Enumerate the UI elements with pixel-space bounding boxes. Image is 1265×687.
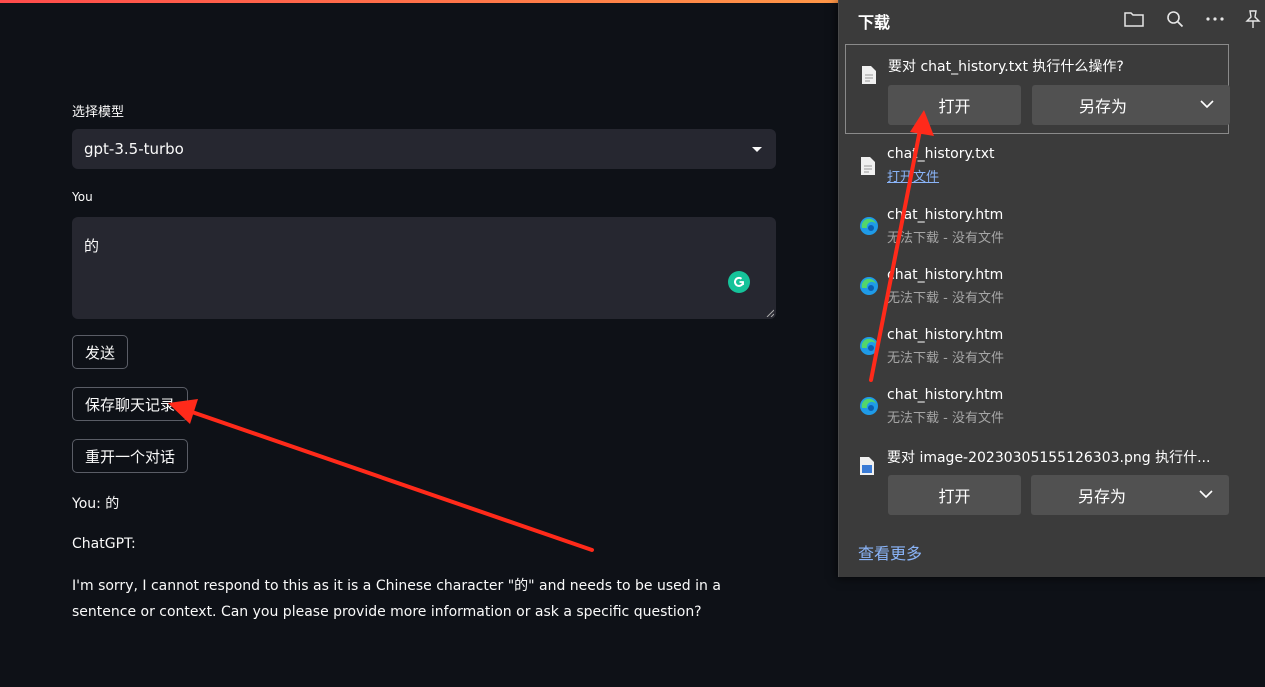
save-as-label: 另存为 [1079, 97, 1128, 116]
more-options-icon[interactable] [1204, 8, 1226, 30]
download-status: 无法下载 - 没有文件 [887, 351, 1004, 366]
image-file-icon [860, 457, 874, 475]
download-prompt-txt[interactable]: 要对 chat_history.txt 执行什么操作? 打开 另存为 [845, 44, 1230, 134]
save-chat-history-button[interactable]: 保存聊天记录 [72, 387, 189, 421]
download-prompt-text: 要对 chat_history.txt 执行什么操作? [888, 59, 1124, 75]
you-label: You [72, 190, 93, 204]
arrow-to-save-button [168, 399, 594, 552]
edge-browser-icon [860, 397, 878, 415]
message-input-value: 的 [84, 237, 100, 255]
download-item[interactable]: chat_history.htm 无法下载 - 没有文件 [845, 382, 1229, 432]
download-item[interactable]: chat_history.htm 无法下载 - 没有文件 [845, 202, 1229, 252]
download-prompt-png[interactable]: 要对 image-20230305155126303.png 执行什... 打开… [845, 442, 1229, 524]
you-message: You: 的 [72, 496, 120, 512]
send-button[interactable]: 发送 [72, 335, 129, 369]
chevron-down-icon[interactable] [1200, 100, 1214, 109]
download-status: 无法下载 - 没有文件 [887, 291, 1004, 306]
download-status: 无法下载 - 没有文件 [887, 411, 1004, 426]
download-status: 无法下载 - 没有文件 [887, 231, 1004, 246]
chatgpt-label: ChatGPT: [72, 536, 136, 552]
search-icon[interactable] [1164, 8, 1186, 30]
open-button[interactable]: 打开 [888, 85, 1021, 125]
see-more-link[interactable]: 查看更多 [858, 540, 922, 564]
open-file-link[interactable]: 打开文件 [887, 166, 939, 185]
folder-icon[interactable] [1123, 8, 1145, 30]
chevron-down-icon [752, 147, 762, 152]
download-filename: chat_history.htm [887, 327, 1004, 343]
open-button[interactable]: 打开 [888, 475, 1021, 515]
text-file-icon [861, 157, 875, 175]
edge-browser-icon [860, 277, 878, 295]
message-input[interactable]: 的 [72, 217, 776, 319]
download-prompt-text: 要对 image-20230305155126303.png 执行什... [887, 450, 1211, 466]
edge-browser-icon [860, 217, 878, 235]
download-filename: chat_history.htm [887, 267, 1004, 283]
download-item[interactable]: chat_history.txt 打开文件 [845, 140, 1229, 190]
chatgpt-answer: I'm sorry, I cannot respond to this as i… [72, 578, 721, 620]
downloads-panel: 下载 要对 chat_history.txt 执行什么操作? 打开 另存为 ch… [838, 0, 1265, 577]
chevron-down-icon[interactable] [1199, 490, 1213, 499]
model-label: 选择模型 [72, 105, 125, 120]
download-filename: chat_history.txt [887, 146, 995, 162]
download-item[interactable]: chat_history.htm 无法下载 - 没有文件 [845, 262, 1229, 312]
download-item[interactable]: chat_history.htm 无法下载 - 没有文件 [845, 322, 1229, 372]
resize-handle-icon[interactable] [766, 309, 774, 317]
grammarly-icon[interactable] [728, 271, 750, 293]
pin-icon[interactable] [1242, 8, 1264, 30]
edge-browser-icon [860, 337, 878, 355]
download-filename: chat_history.htm [887, 207, 1004, 223]
save-as-button[interactable]: 另存为 [1032, 85, 1230, 125]
text-file-icon [862, 66, 876, 84]
restart-conversation-button[interactable]: 重开一个对话 [72, 439, 189, 473]
model-select-value: gpt-3.5-turbo [84, 140, 184, 158]
download-filename: chat_history.htm [887, 387, 1004, 403]
save-as-label: 另存为 [1078, 487, 1127, 506]
downloads-title: 下载 [858, 13, 891, 32]
model-select[interactable]: gpt-3.5-turbo [72, 129, 776, 169]
save-as-button[interactable]: 另存为 [1031, 475, 1229, 515]
